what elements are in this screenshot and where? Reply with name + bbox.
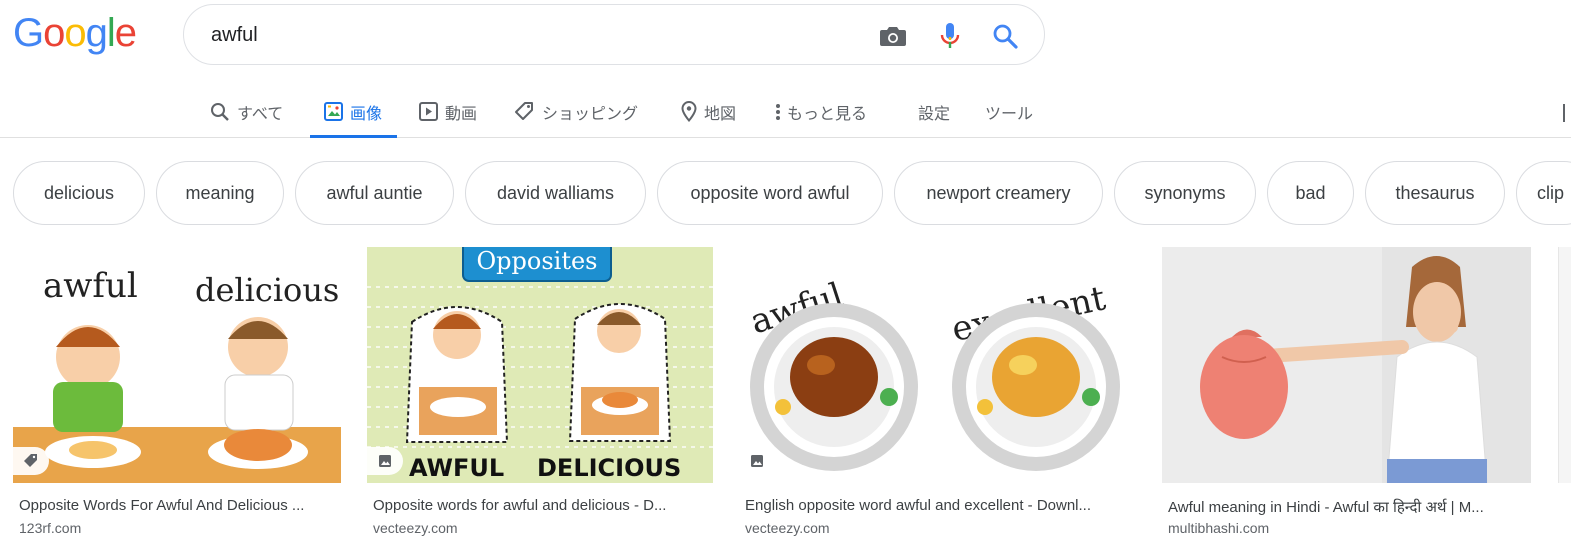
tab-label: 地図	[704, 103, 737, 123]
result-source[interactable]: vecteezy.com	[745, 520, 830, 536]
chip-bad[interactable]: bad	[1267, 161, 1354, 225]
tab-label: ショッピング	[542, 103, 639, 123]
search-icon[interactable]	[989, 20, 1021, 52]
tab-tools[interactable]: ツール	[985, 86, 1033, 137]
chip-david-walliams[interactable]: david walliams	[465, 161, 646, 225]
tab-maps[interactable]: 地図	[681, 86, 736, 137]
chip-synonyms[interactable]: synonyms	[1114, 161, 1256, 225]
tab-label: もっと見る	[787, 103, 868, 123]
chip-label: awful auntie	[326, 182, 423, 203]
chip-label: clip	[1537, 182, 1565, 203]
logo-letter: G	[13, 11, 44, 55]
chip-clip[interactable]: clip	[1516, 161, 1571, 225]
result-title[interactable]: English opposite word awful and excellen…	[745, 497, 1133, 514]
tab-all[interactable]: すべて	[210, 86, 283, 137]
chip-opposite-word-awful[interactable]: opposite word awful	[657, 161, 883, 225]
search-tabs: すべて 画像 動画 ショッピング 地図 もっと見る 設定 ツール	[0, 86, 1571, 138]
tab-shopping[interactable]: ショッピング	[514, 86, 638, 137]
map-pin-icon	[681, 101, 697, 122]
logo-letter: l	[106, 11, 116, 55]
image-result[interactable]: Opposites AWFUL DELICIOUS Opposite words…	[367, 247, 713, 547]
chip-label: david walliams	[496, 182, 615, 203]
camera-icon[interactable]	[877, 20, 909, 52]
chip-meaning[interactable]: meaning	[156, 161, 284, 225]
tab-label: すべて	[237, 103, 284, 123]
image-text: AWFUL	[409, 454, 504, 482]
google-logo[interactable]: Google	[13, 10, 137, 56]
tab-more[interactable]: もっと見る	[775, 86, 867, 137]
result-title[interactable]: Opposite words for awful and delicious -…	[373, 497, 703, 514]
result-thumbnail[interactable]	[1558, 247, 1571, 483]
tab-videos[interactable]: 動画	[419, 86, 477, 137]
result-title[interactable]: Opposite Words For Awful And Delicious .…	[19, 497, 337, 514]
result-thumbnail[interactable]: awful delicious	[13, 247, 341, 483]
video-icon	[419, 102, 438, 121]
image-icon	[739, 447, 775, 475]
image-icon	[367, 447, 403, 475]
tab-label: ツール	[985, 103, 1034, 123]
tab-images[interactable]: 画像	[309, 86, 398, 138]
image-text: awful	[43, 266, 138, 306]
chip-label: meaning	[185, 182, 255, 203]
chip-awful-auntie[interactable]: awful auntie	[295, 161, 454, 225]
chip-label: bad	[1295, 182, 1326, 203]
tab-label: 動画	[445, 103, 478, 123]
search-icon	[211, 102, 229, 121]
logo-letter: o	[43, 11, 65, 55]
image-result[interactable]: Awful meaning in Hindi - Awful का हिन्दी…	[1162, 247, 1531, 547]
logo-letter: e	[114, 11, 137, 55]
search-bar	[183, 4, 1045, 65]
tab-settings[interactable]: 設定	[918, 86, 950, 137]
image-text: delicious	[195, 271, 339, 309]
side-panel-icon[interactable]	[1563, 104, 1571, 122]
chip-delicious[interactable]: delicious	[13, 161, 145, 225]
chip-newport-creamery[interactable]: newport creamery	[894, 161, 1103, 225]
result-source[interactable]: multibhashi.com	[1168, 520, 1269, 536]
chip-label: thesaurus	[1395, 182, 1475, 203]
result-thumbnail[interactable]: awful excellent	[739, 247, 1135, 483]
tab-label: 設定	[918, 103, 951, 123]
chip-label: opposite word awful	[690, 182, 850, 203]
chip-label: newport creamery	[926, 182, 1071, 203]
logo-letter: o	[64, 11, 86, 55]
image-text: Opposites	[476, 247, 597, 275]
tab-label: 画像	[350, 103, 383, 123]
chip-thesaurus[interactable]: thesaurus	[1365, 161, 1505, 225]
search-input[interactable]	[211, 19, 851, 51]
image-result[interactable]: awful excellent English opposite word aw…	[739, 247, 1135, 547]
result-source[interactable]: vecteezy.com	[373, 520, 458, 536]
image-icon	[324, 102, 343, 121]
result-source[interactable]: 123rf.com	[19, 520, 81, 536]
chip-label: synonyms	[1144, 182, 1226, 203]
result-thumbnail[interactable]: Opposites AWFUL DELICIOUS	[367, 247, 713, 483]
microphone-icon[interactable]	[934, 20, 966, 52]
tag-icon	[515, 102, 533, 120]
logo-letter: g	[85, 11, 108, 55]
chip-label: delicious	[43, 182, 115, 203]
more-vert-icon	[776, 103, 780, 120]
result-title[interactable]: Awful meaning in Hindi - Awful का हिन्दी…	[1168, 497, 1528, 517]
image-text: DELICIOUS	[537, 454, 681, 482]
image-result[interactable]: awful delicious Opposite Words For Awful…	[13, 247, 341, 547]
tag-icon	[13, 447, 49, 475]
result-thumbnail[interactable]	[1162, 247, 1531, 483]
image-result[interactable]	[1558, 247, 1571, 547]
